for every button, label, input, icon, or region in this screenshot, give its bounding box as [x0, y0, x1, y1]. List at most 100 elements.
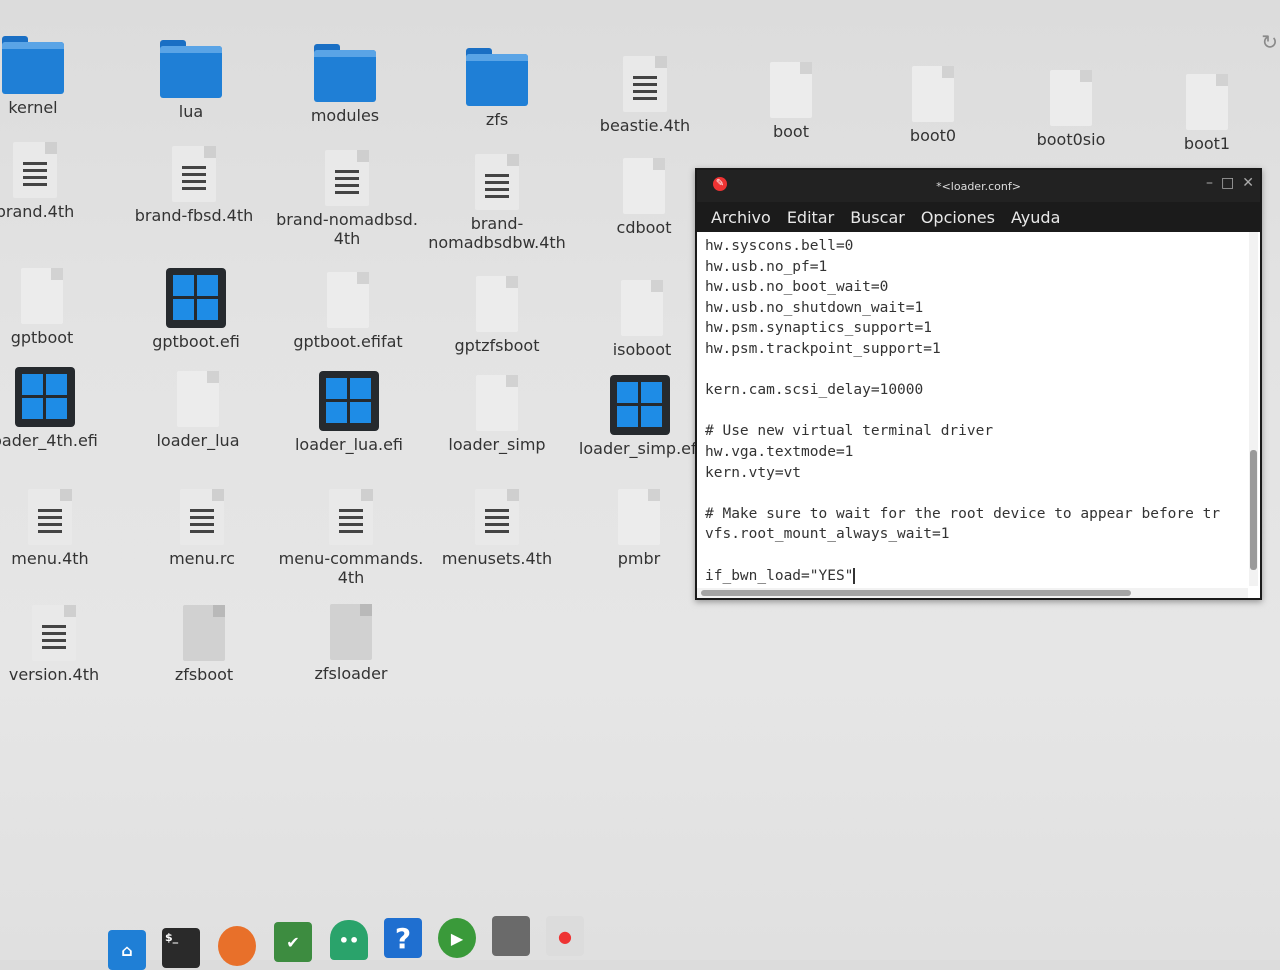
ghost-icon[interactable]: •• — [330, 920, 368, 960]
desktop-icon-version-4th[interactable]: version.4th — [0, 605, 129, 684]
scroll-thumb[interactable] — [701, 590, 1131, 596]
horizontal-scrollbar[interactable] — [697, 588, 1248, 598]
desktop-icon-label: brand- nomadbsdbw.4th — [428, 214, 566, 252]
menu-archivo[interactable]: Archivo — [711, 208, 771, 227]
desktop-icon-gptboot[interactable]: gptboot — [0, 268, 117, 347]
editor-line: kern.cam.scsi_delay=10000 — [705, 382, 924, 399]
terminal-icon[interactable]: $_ — [162, 928, 200, 968]
editor-line: hw.psm.synaptics_support=1 — [705, 320, 932, 337]
desktop-icon-boot1[interactable]: boot1 — [1132, 74, 1280, 153]
refresh-icon[interactable]: ↻ — [1261, 30, 1278, 54]
package-icon[interactable]: ✔ — [274, 922, 312, 962]
desktop-icon-zfs[interactable]: zfs — [422, 48, 572, 129]
desktop-icon-boot[interactable]: boot — [716, 62, 866, 141]
editor-icon[interactable]: ● — [546, 916, 584, 956]
editor-line: hw.usb.no_shutdown_wait=1 — [705, 299, 924, 316]
editor-line: # Make sure to wait for the root device … — [705, 505, 1221, 522]
text-file-icon — [180, 489, 224, 545]
vertical-scrollbar[interactable] — [1249, 232, 1258, 586]
efi-app-icon — [166, 268, 226, 328]
desktop-icon-brand-fbsd-4th[interactable]: brand-fbsd.4th — [119, 146, 269, 225]
desktop-icon-label: gptboot — [10, 328, 74, 347]
desktop-icon-loader-lua[interactable]: loader_lua — [123, 371, 273, 450]
menu-opciones[interactable]: Opciones — [921, 208, 995, 227]
desktop-icon-zfsboot[interactable]: zfsboot — [129, 605, 279, 684]
editor-text-area[interactable]: hw.syscons.bell=0 hw.usb.no_pf=1 hw.usb.… — [697, 232, 1248, 586]
desktop-icon-brand-nomadbsd-4th[interactable]: brand-nomadbsd. 4th — [272, 150, 422, 248]
efi-app-icon — [610, 375, 670, 435]
menu-ayuda[interactable]: Ayuda — [1011, 208, 1060, 227]
desktop-icon-boot0sio[interactable]: boot0sio — [996, 70, 1146, 149]
settings-icon[interactable]: ▶ — [438, 918, 476, 958]
window-title: *<loader.conf> — [936, 180, 1021, 193]
menu-editar[interactable]: Editar — [787, 208, 834, 227]
desktop-icon-label: loader_simp — [448, 435, 546, 454]
maximize-icon[interactable]: □ — [1221, 175, 1234, 191]
desktop-icon-label: loader_lua — [156, 431, 240, 450]
file-icon — [476, 375, 518, 431]
file-icon — [330, 604, 372, 660]
desktop-icon-menu-commands-4th[interactable]: menu-commands. 4th — [276, 489, 426, 587]
desktop-icon-label: boot1 — [1183, 134, 1231, 153]
hardware-icon[interactable] — [492, 916, 530, 956]
editor-line-text: if_bwn_load="YES" — [705, 567, 854, 584]
desktop-icon-label: modules — [310, 106, 380, 125]
folder-icon — [466, 48, 528, 106]
editor-line: hw.vga.textmode=1 — [705, 443, 854, 460]
folder-icon — [2, 36, 64, 94]
close-icon[interactable]: ✕ — [1242, 175, 1254, 191]
desktop-icon-kernel[interactable]: kernel — [0, 36, 108, 117]
desktop-icon-label: menu.4th — [11, 549, 89, 568]
desktop-icon-zfsloader[interactable]: zfsloader — [276, 604, 426, 683]
desktop-icon-label: lua — [178, 102, 204, 121]
desktop-icon-brand-4th[interactable]: brand.4th — [0, 142, 110, 221]
menu-buscar[interactable]: Buscar — [850, 208, 905, 227]
file-icon — [912, 66, 954, 122]
desktop-icon-loader-simp-efi[interactable]: loader_simp.efi — [565, 375, 715, 458]
text-file-icon — [623, 56, 667, 112]
desktop-icon-lua[interactable]: lua — [116, 40, 266, 121]
taskbar: ⌂ $_ ✔ •• ? ▶ ● — [100, 914, 600, 970]
minimize-icon[interactable]: – — [1206, 175, 1213, 191]
desktop-icon-beastie-4th[interactable]: beastie.4th — [570, 56, 720, 135]
editor-line: hw.usb.no_pf=1 — [705, 258, 828, 275]
desktop-icon-gptboot-efifat[interactable]: gptboot.efifat — [273, 272, 423, 351]
text-file-icon — [32, 605, 76, 661]
desktop-icon-loader-4th-efi[interactable]: oader_4th.efi — [0, 367, 120, 450]
window-titlebar[interactable]: ✎ *<loader.conf> – □ ✕ — [697, 170, 1260, 202]
editor-line-current: if_bwn_load="YES" — [705, 566, 1248, 587]
desktop-icon-menusets-4th[interactable]: menusets.4th — [422, 489, 572, 568]
text-editor-window[interactable]: ✎ *<loader.conf> – □ ✕ Archivo Editar Bu… — [695, 168, 1262, 600]
file-icon — [1186, 74, 1228, 130]
efi-app-icon — [15, 367, 75, 427]
menu-bar: Archivo Editar Buscar Opciones Ayuda — [697, 202, 1260, 232]
desktop-icon-label: gptboot.efi — [152, 332, 240, 351]
desktop-icon-modules[interactable]: modules — [270, 44, 420, 125]
desktop-icon-label: menusets.4th — [441, 549, 553, 568]
editor-line: hw.psm.trackpoint_support=1 — [705, 340, 941, 357]
desktop-icon-gptzfsboot[interactable]: gptzfsboot — [422, 276, 572, 355]
desktop-icon-brand-nomadbsdbw-4th[interactable]: brand- nomadbsdbw.4th — [422, 154, 572, 252]
desktop-icon-label: zfsboot — [174, 665, 234, 684]
desktop-icon-label: brand-fbsd.4th — [134, 206, 254, 225]
text-file-icon — [329, 489, 373, 545]
desktop-icon-label: brand.4th — [0, 202, 75, 221]
scroll-thumb[interactable] — [1250, 450, 1257, 570]
desktop-icon-menu-rc[interactable]: menu.rc — [127, 489, 277, 568]
help-icon[interactable]: ? — [384, 918, 422, 958]
desktop-icon-menu-4th[interactable]: menu.4th — [0, 489, 125, 568]
desktop-icon-gptboot-efi[interactable]: gptboot.efi — [121, 268, 271, 351]
desktop-icon-pmbr[interactable]: pmbr — [564, 489, 714, 568]
file-icon — [618, 489, 660, 545]
file-manager-icon[interactable]: ⌂ — [108, 930, 146, 970]
text-file-icon — [172, 146, 216, 202]
desktop-icon-label: pmbr — [617, 549, 661, 568]
desktop-icon-loader-lua-efi[interactable]: loader_lua.efi — [274, 371, 424, 454]
desktop-icon-boot0[interactable]: boot0 — [858, 66, 1008, 145]
file-icon — [476, 276, 518, 332]
firefox-icon[interactable] — [218, 926, 256, 966]
desktop-icon-loader-simp[interactable]: loader_simp — [422, 375, 572, 454]
efi-app-icon — [319, 371, 379, 431]
